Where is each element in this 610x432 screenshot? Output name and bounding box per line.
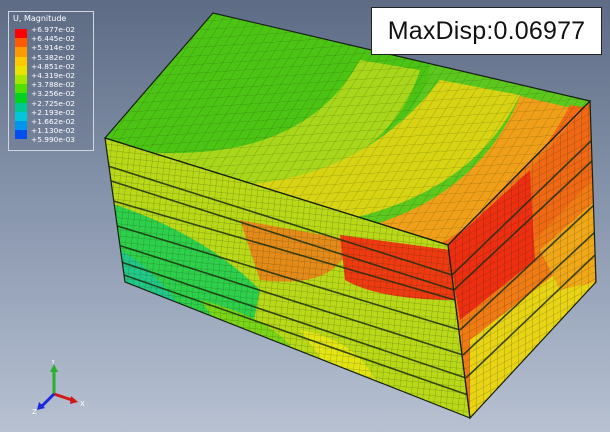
legend-value: +2.193e-02 [31, 107, 75, 117]
legend-value: +5.914e-02 [31, 43, 75, 53]
legend-value: +2.725e-02 [31, 98, 75, 108]
viewport[interactable]: U, Magnitude +6.977e-02 +6.445e-02 +5.914e… [0, 0, 610, 432]
z-axis-arrow [40, 392, 56, 408]
contour-legend: U, Magnitude +6.977e-02 +6.445e-02 +5.914e… [8, 11, 94, 151]
legend-swatch [15, 65, 27, 75]
legend-values: +6.977e-02 +6.445e-02 +5.914e-02 +5.382e-02… [31, 25, 75, 144]
legend-swatch [15, 111, 27, 121]
legend-swatch [15, 84, 27, 94]
x-axis-label: X [80, 400, 85, 408]
legend-swatch [15, 29, 27, 39]
legend-title: U, Magnitude [13, 14, 67, 23]
max-displacement-label: MaxDisp:0.06977 [371, 7, 602, 55]
x-axis-arrow [53, 392, 73, 402]
legend-value: +6.977e-02 [31, 25, 75, 34]
legend-swatch [15, 47, 27, 57]
legend-value: +5.990e-03 [31, 135, 75, 145]
legend-swatch [15, 74, 27, 85]
axis-triad: Y X Z [32, 360, 85, 416]
legend-value: +3.788e-02 [31, 80, 75, 90]
legend-value: +4.851e-02 [31, 61, 75, 71]
legend-swatch [15, 56, 27, 66]
max-displacement-text: MaxDisp:0.06977 [387, 16, 586, 45]
legend-swatch [15, 120, 27, 131]
legend-swatch [15, 93, 27, 103]
legend-value: +3.256e-02 [31, 89, 75, 99]
y-axis-label: Y [50, 360, 56, 366]
legend-swatch [15, 38, 27, 48]
legend-swatch [15, 130, 27, 140]
legend-swatch [15, 102, 27, 112]
legend-value: +4.319e-02 [31, 70, 75, 80]
legend-value: +1.662e-02 [31, 116, 75, 126]
z-axis-label: Z [32, 408, 37, 416]
legend-value: +5.382e-02 [31, 52, 75, 62]
legend-value: +1.130e-02 [31, 126, 75, 136]
legend-color-bar [15, 29, 27, 140]
legend-value: +6.445e-02 [31, 34, 75, 44]
